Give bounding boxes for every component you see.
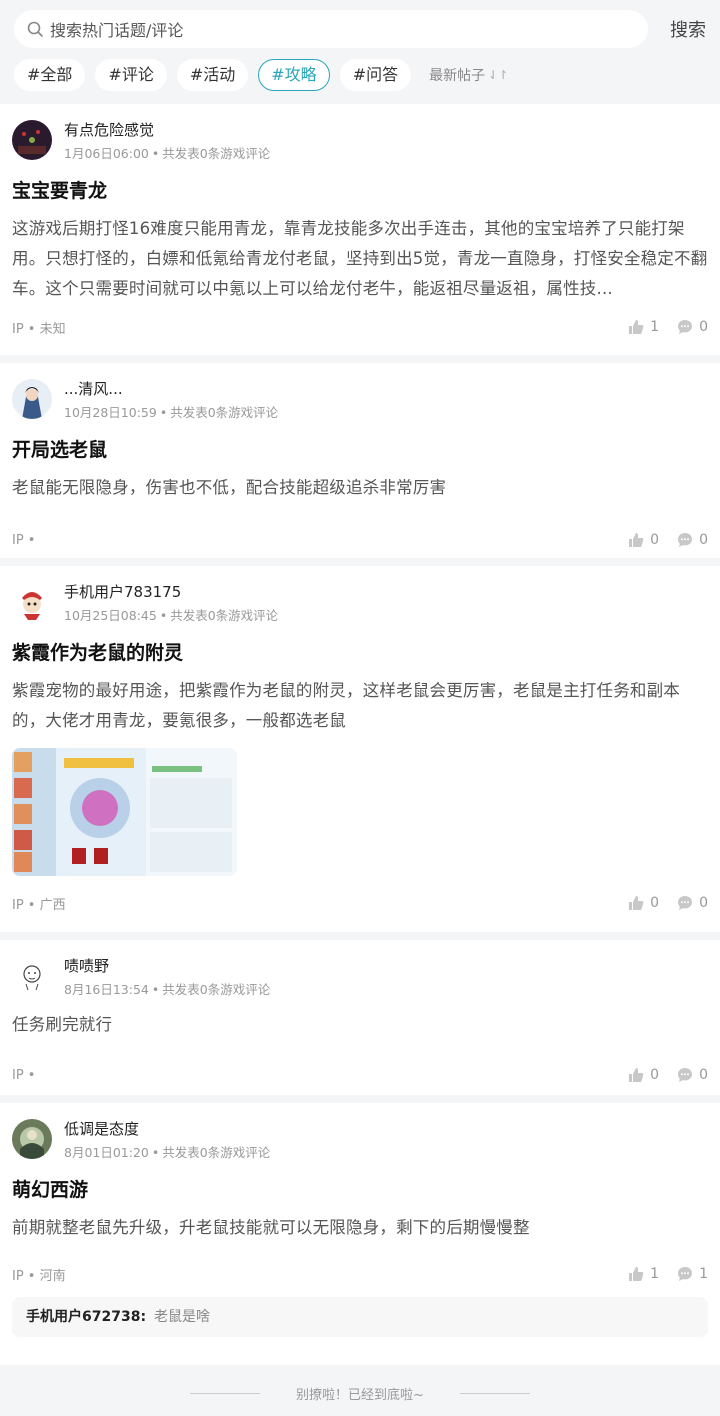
comment-count: 0 [699, 895, 708, 911]
like-button[interactable]: 0 [628, 532, 659, 548]
search-placeholder: 搜索热门话题/评论 [50, 21, 184, 40]
reply-preview[interactable]: 手机用户672738: 老鼠是啥 [12, 1297, 708, 1337]
header: 搜索热门话题/评论 搜索 #全部 #评论 #活动 #攻略 #问答 最新帖子 ⇃↾ [0, 0, 720, 104]
post-body: 紫霞宠物的最好用途，把紫霞作为老鼠的附灵，这样老鼠会更厉害，老鼠是主打任务和副本… [12, 681, 680, 730]
avatar[interactable] [12, 582, 52, 622]
end-of-list-footer: 别撩啦！已经到底啦~ [0, 1365, 720, 1416]
like-count: 0 [650, 532, 660, 548]
post-card[interactable]: 低调是态度 8月01日01:20 • 共发表0条游戏评论 萌幻西游 前期就整老鼠先升… [0, 1103, 720, 1365]
comment-count-meta: 共发表0条游戏评论 [170, 608, 279, 623]
post-title: 宝宝要青龙 [12, 180, 108, 202]
thumbs-up-icon [629, 896, 644, 910]
search-input[interactable]: 搜索热门话题/评论 [14, 10, 648, 48]
comment-button[interactable]: 0 [677, 319, 708, 335]
post-time: 8月01日01:20 [64, 1145, 149, 1160]
thumbs-up-icon [629, 320, 644, 334]
post-body: 老鼠能无限隐身，伤害也不低，配合技能超级追杀非常厉害 [12, 478, 447, 497]
reply-user[interactable]: 手机用户672738: [26, 1309, 146, 1325]
comment-count: 0 [699, 532, 708, 548]
divider [459, 1392, 530, 1394]
like-count: 0 [650, 895, 660, 911]
post-title: 萌幻西游 [12, 1179, 89, 1201]
avatar[interactable] [12, 956, 52, 996]
username[interactable]: 手机用户783175 [64, 582, 278, 602]
divider [190, 1392, 261, 1394]
post-meta: 10月25日08:45 • 共发表0条游戏评论 [64, 608, 279, 623]
comment-icon [678, 320, 693, 334]
comment-button[interactable]: 1 [677, 1266, 708, 1282]
comment-icon [678, 533, 693, 547]
tag-qa[interactable]: #问答 [339, 59, 412, 91]
sort-dropdown[interactable]: 最新帖子 ⇃↾ [429, 65, 508, 85]
post-meta: 10月28日10:59 • 共发表0条游戏评论 [64, 405, 279, 420]
avatar[interactable] [12, 1119, 52, 1159]
ip-location: IP • 未知 [12, 321, 66, 337]
like-button[interactable]: 1 [628, 319, 659, 335]
comment-count: 0 [699, 1067, 708, 1083]
like-count: 1 [650, 1266, 660, 1282]
like-button[interactable]: 1 [628, 1266, 659, 1282]
tag-guide[interactable]: #攻略 [258, 59, 330, 91]
thumbs-up-icon [629, 533, 644, 547]
post-title: 紫霞作为老鼠的附灵 [12, 642, 184, 664]
username[interactable]: 低调是态度 [64, 1119, 270, 1139]
ip-location: IP • [12, 1067, 36, 1083]
post-body: 前期就整老鼠先升级，升老鼠技能就可以无限隐身，剩下的后期慢慢整 [12, 1218, 530, 1237]
tag-activity[interactable]: #活动 [176, 59, 249, 91]
tag-all[interactable]: #全部 [14, 59, 86, 91]
comment-count: 1 [699, 1266, 708, 1282]
username[interactable]: 有点危险感觉 [64, 120, 270, 140]
comment-button[interactable]: 0 [677, 532, 708, 548]
like-button[interactable]: 0 [628, 1067, 659, 1083]
post-time: 1月06日06:00 [64, 146, 149, 161]
avatar[interactable] [12, 379, 52, 419]
like-button[interactable]: 0 [628, 895, 659, 911]
username[interactable]: 啧啧野 [64, 956, 270, 976]
like-count: 0 [650, 1067, 660, 1083]
sort-arrows-icon: ⇃↾ [488, 68, 509, 82]
post-body: 这游戏后期打怪16难度只能用青龙，靠青龙技能多次出手连击，其他的宝宝培养了只能打… [12, 219, 708, 298]
post-card[interactable]: ...清风... 10月28日10:59 • 共发表0条游戏评论 开局选老鼠 老鼠能… [0, 363, 720, 558]
ip-location: IP • 河南 [12, 1268, 66, 1284]
ip-location: IP • 广西 [12, 897, 66, 913]
avatar[interactable] [12, 120, 52, 160]
comment-icon [678, 896, 693, 910]
username[interactable]: ...清风... [64, 379, 278, 399]
tag-filter-bar: #全部 #评论 #活动 #攻略 #问答 最新帖子 ⇃↾ [14, 59, 706, 91]
post-image[interactable] [12, 748, 237, 876]
post-meta: 8月01日01:20 • 共发表0条游戏评论 [64, 1145, 271, 1160]
reply-text: 老鼠是啥 [154, 1309, 211, 1325]
post-time: 10月25日08:45 [64, 608, 157, 623]
post-card[interactable]: 手机用户783175 10月25日08:45 • 共发表0条游戏评论 紫霞作为老鼠的… [0, 566, 720, 932]
sort-label: 最新帖子 [429, 68, 486, 84]
comment-count-meta: 共发表0条游戏评论 [162, 1145, 271, 1160]
comment-count: 0 [699, 319, 708, 335]
post-body: 任务刷完就行 [12, 1015, 113, 1034]
like-count: 1 [650, 319, 660, 335]
search-row: 搜索热门话题/评论 搜索 [14, 10, 706, 48]
comment-button[interactable]: 0 [677, 1067, 708, 1083]
footer-text: 别撩啦！已经到底啦~ [296, 1387, 424, 1403]
comment-button[interactable]: 0 [677, 895, 708, 911]
post-time: 8月16日13:54 [64, 982, 149, 997]
comment-count-meta: 共发表0条游戏评论 [170, 405, 279, 420]
ip-location: IP • [12, 532, 36, 548]
thumbs-up-icon [629, 1267, 644, 1281]
tag-comment[interactable]: #评论 [95, 59, 167, 91]
post-title: 开局选老鼠 [12, 439, 108, 461]
post-meta: 1月06日06:00 • 共发表0条游戏评论 [64, 146, 271, 161]
post-time: 10月28日10:59 [64, 405, 157, 420]
comment-count-meta: 共发表0条游戏评论 [162, 146, 271, 161]
post-card[interactable]: 有点危险感觉 1月06日06:00 • 共发表0条游戏评论 宝宝要青龙 这游戏后期打… [0, 104, 720, 355]
search-icon [27, 21, 43, 37]
post-meta: 8月16日13:54 • 共发表0条游戏评论 [64, 982, 271, 997]
comment-count-meta: 共发表0条游戏评论 [162, 982, 271, 997]
thumbs-up-icon [629, 1068, 644, 1082]
comment-icon [678, 1267, 693, 1281]
search-button[interactable]: 搜索 [648, 16, 706, 42]
post-card[interactable]: 啧啧野 8月16日13:54 • 共发表0条游戏评论 任务刷完就行 IP • 0 0 [0, 940, 720, 1095]
comment-icon [678, 1068, 693, 1082]
